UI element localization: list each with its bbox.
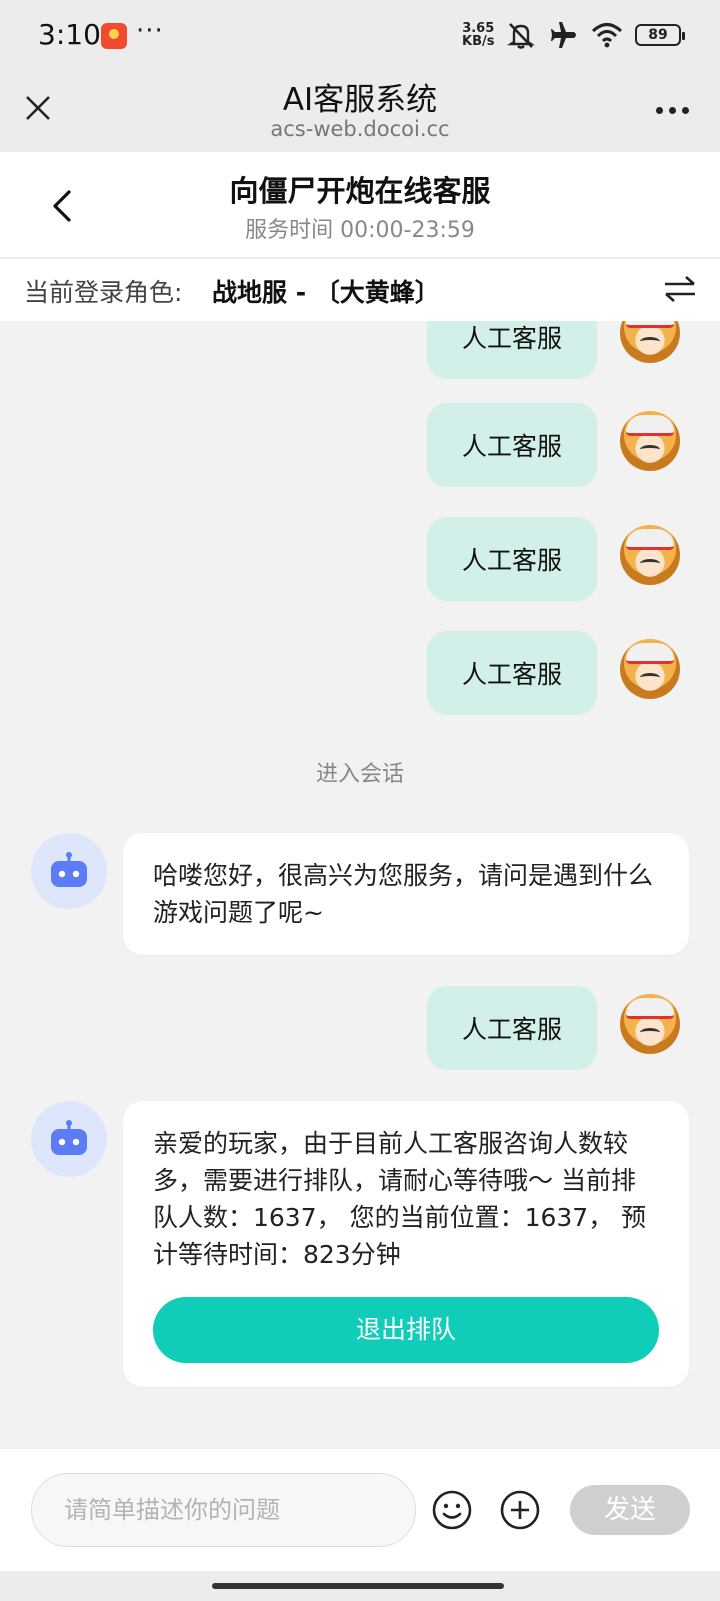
user-message-bubble: 人工客服: [427, 517, 597, 601]
network-speed-unit: KB/s: [462, 34, 495, 49]
user-message-bubble: 人工客服: [427, 986, 597, 1070]
user-message: 人工客服: [0, 517, 720, 601]
user-message: 人工客服: [0, 986, 720, 1070]
browser-header: AI客服系统 acs-web.docoi.cc: [0, 72, 720, 152]
browser-url: acs-web.docoi.cc: [270, 117, 450, 141]
switch-arrows-icon: [665, 276, 695, 302]
bot-message-bubble: 哈喽您好，很高兴为您服务，请问是遇到什么游戏问题了呢~: [123, 833, 689, 955]
emoji-icon[interactable]: [431, 1489, 473, 1531]
page-title: 向僵尸开炮在线客服: [229, 174, 491, 208]
page-header: 向僵尸开炮在线客服 服务时间 00:00-23:59: [0, 152, 720, 258]
send-button[interactable]: 发送: [570, 1485, 690, 1535]
system-nav-bar: [0, 1571, 720, 1601]
role-label: 当前登录角色:: [24, 278, 183, 307]
user-message: 人工客服: [0, 321, 720, 379]
more-dot-icon: [668, 106, 676, 114]
status-bar: 3:10 ··· 3.65 KB/s 89: [0, 0, 720, 72]
session-note: 进入会话: [315, 762, 404, 787]
chat-area[interactable]: 人工客服 人工客服 人工客服 人工客服 进入会话 哈喽您好，很高兴为您服务，请问…: [0, 321, 720, 1449]
switch-role-button[interactable]: [660, 271, 700, 307]
network-speed: 3.65 KB/s: [462, 22, 494, 48]
plus-icon[interactable]: [499, 1489, 541, 1531]
app-notification-icon: [101, 23, 127, 49]
battery-indicator: 89: [635, 24, 685, 46]
bot-message-bubble: 亲爱的玩家，由于目前人工客服咨询人数较多，需要进行排队，请耐心等待哦～ 当前排队…: [123, 1101, 689, 1387]
robot-icon: [51, 1120, 87, 1155]
more-dot-icon: [655, 106, 663, 114]
user-avatar[interactable]: [620, 411, 680, 471]
role-bar: 当前登录角色: 战地服 - 〔大黄蜂〕: [0, 259, 720, 321]
bot-greeting-text: 哈喽您好，很高兴为您服务，请问是遇到什么游戏问题了呢~: [153, 861, 654, 927]
robot-icon: [51, 852, 87, 887]
user-avatar[interactable]: [620, 525, 680, 585]
home-indicator[interactable]: [212, 1583, 504, 1589]
more-options-button[interactable]: [652, 100, 692, 120]
user-message-bubble: 人工客服: [427, 321, 597, 379]
exit-queue-button[interactable]: 退出排队: [153, 1297, 659, 1363]
airplane-icon: [551, 22, 576, 48]
user-message: 人工客服: [0, 631, 720, 715]
message-input[interactable]: [31, 1473, 416, 1547]
user-message-bubble: 人工客服: [427, 403, 597, 487]
bot-queue-text: 亲爱的玩家，由于目前人工客服咨询人数较多，需要进行排队，请耐心等待哦～ 当前排队…: [153, 1129, 647, 1269]
wifi-icon: [591, 23, 623, 48]
role-value: 战地服 - 〔大黄蜂〕: [212, 278, 440, 307]
user-avatar[interactable]: [620, 321, 680, 363]
mute-icon: [507, 23, 535, 49]
more-dot-icon: [681, 106, 689, 114]
bot-avatar: [31, 833, 107, 909]
status-time: 3:10: [38, 18, 101, 51]
more-notifications-icon: ···: [136, 16, 164, 46]
status-icons: 89: [505, 20, 685, 50]
browser-title: AI客服系统: [282, 82, 438, 118]
user-avatar[interactable]: [620, 639, 680, 699]
user-message-bubble: 人工客服: [427, 631, 597, 715]
bot-avatar: [31, 1101, 107, 1177]
input-bar: 发送: [0, 1449, 720, 1571]
service-time: 服务时间 00:00-23:59: [245, 218, 475, 243]
user-message: 人工客服: [0, 403, 720, 487]
user-avatar[interactable]: [620, 994, 680, 1054]
